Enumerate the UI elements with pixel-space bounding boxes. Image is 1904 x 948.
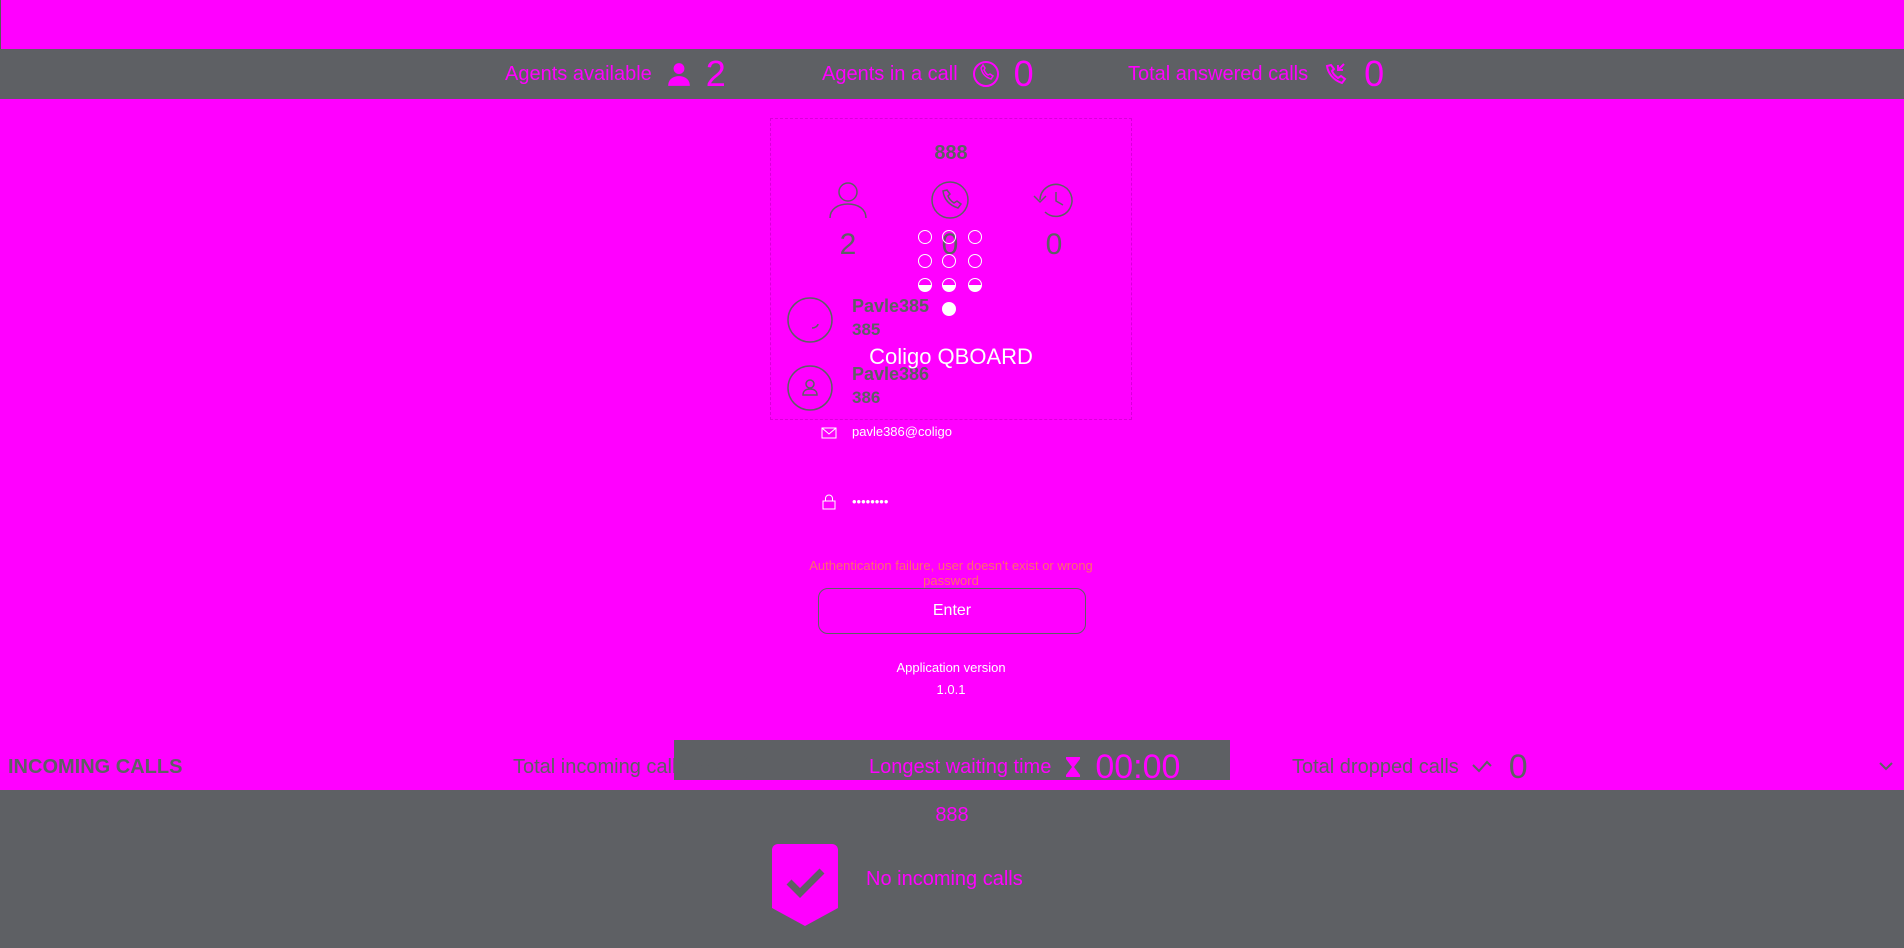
longest-wait-label: Longest waiting time (869, 755, 1052, 778)
email-field[interactable]: pavle386@coligo (852, 424, 952, 439)
person-outline-icon (829, 182, 867, 219)
agent-extension: 386 (852, 388, 881, 407)
spinner-dot (918, 254, 932, 268)
agents-in-call-label: Agents in a call (822, 62, 958, 85)
call-dropped-icon (1472, 760, 1492, 773)
version-label: Application version (896, 660, 1006, 675)
panel-count-agents: 2 (839, 228, 857, 261)
total-incoming-value: 0 (740, 748, 760, 786)
panel-count-answered: 0 (1045, 228, 1063, 261)
stat-longest-wait: Longest waiting time 00:00 (869, 746, 1180, 788)
agent-name: Pavle385 (852, 296, 930, 316)
person-icon (667, 63, 690, 86)
spinner-dot (942, 254, 956, 268)
password-field[interactable]: •••••••• (852, 494, 888, 509)
envelope-icon (821, 427, 837, 439)
version-number: 1.0.1 (936, 682, 966, 697)
total-dropped-label: Total dropped calls (1292, 755, 1459, 778)
stats-bar: Agents available 2 Agents in a call 0 To… (0, 49, 1904, 99)
agents-available-value: 2 (705, 53, 726, 94)
spinner-dot (918, 230, 932, 244)
phone-circle-icon (972, 61, 999, 87)
shield-check-icon (772, 844, 838, 926)
stat-agents-available: Agents available 2 (505, 49, 726, 99)
stat-total-incoming: Total incoming calls 0 (513, 746, 759, 788)
incoming-queue-section: 888 No incoming calls (0, 790, 1904, 948)
spinner-dot (942, 278, 956, 292)
spinner-dot (942, 302, 956, 316)
agent-extension: 385 (852, 320, 881, 339)
incoming-calls-title: INCOMING CALLS (8, 756, 183, 778)
history-icon (1033, 183, 1073, 218)
enter-button[interactable]: Enter (818, 588, 1086, 634)
hourglass-icon (1066, 757, 1081, 777)
total-dropped-value: 0 (1508, 748, 1528, 786)
spinner-dot (918, 278, 932, 292)
stat-agents-in-call: Agents in a call 0 (822, 49, 1034, 99)
brand-title: Coligo QBOARD (869, 344, 1033, 369)
stat-total-dropped: Total dropped calls 0 (1292, 746, 1528, 788)
total-answered-label: Total answered calls (1128, 62, 1309, 85)
total-incoming-label: Total incoming calls (513, 755, 687, 778)
incoming-calls-bar: INCOMING CALLS Total incoming calls 0 Lo… (0, 740, 1904, 788)
total-answered-value: 0 (1364, 53, 1385, 94)
spinner-dot (942, 230, 956, 244)
queue-panel: 888 2 0 0 Pavle385 385 Pavle386 386 (770, 118, 1132, 420)
panel-number: 888 (934, 142, 968, 164)
history-icon (700, 757, 725, 778)
queue-number: 888 (935, 804, 969, 826)
spinner-dot (968, 230, 982, 244)
agents-in-call-value: 0 (1013, 53, 1034, 94)
stat-total-answered: Total answered calls 0 (1128, 49, 1384, 99)
auth-error-message: Authentication failure, user doesn't exi… (809, 558, 1093, 588)
agents-available-label: Agents available (505, 62, 652, 85)
lock-icon (822, 494, 836, 510)
chevron-down-icon[interactable] (1878, 760, 1894, 772)
no-incoming-calls-message: No incoming calls (866, 868, 1023, 890)
phone-incoming-icon (1325, 63, 1347, 85)
spinner-dot (968, 278, 982, 292)
top-bar (0, 0, 1904, 49)
spinner-dot (968, 254, 982, 268)
agent-avatar-icon (787, 365, 833, 411)
longest-wait-value: 00:00 (1095, 748, 1181, 786)
agent-avatar-icon (787, 297, 833, 343)
phone-circle-outline-icon (931, 181, 969, 219)
